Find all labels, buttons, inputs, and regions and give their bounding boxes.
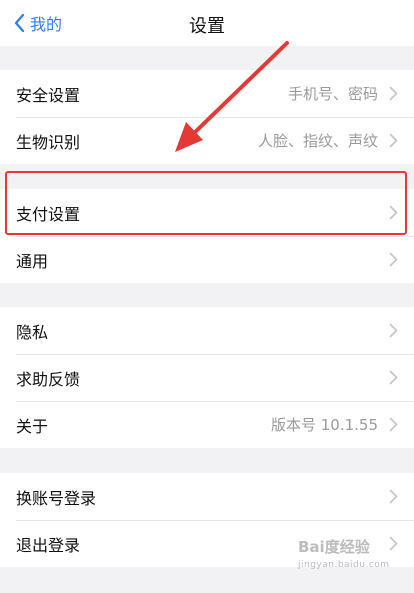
row-label: 关于 [16,416,49,436]
chevron-right-icon [389,133,398,148]
row-value: 手机号、密码 [287,85,378,103]
page-title: 设置 [189,16,225,37]
row-label: 生物识别 [16,132,81,152]
row-switch-account[interactable]: 换账号登录 [0,473,414,520]
row-label: 退出登录 [16,535,81,555]
row-label: 支付设置 [16,204,81,224]
row-value: 人脸、指纹、声纹 [257,132,378,150]
chevron-right-icon [389,370,398,385]
row-label: 安全设置 [16,85,81,105]
settings-group-misc: 隐私 求助反馈 关于 版本号 10.1.55 [0,307,414,448]
watermark-sub: jingyan.baidu.com [298,560,390,570]
row-label: 求助反馈 [16,369,81,389]
chevron-right-icon [389,205,398,220]
nav-bar: 我的 设置 [0,0,414,46]
watermark-text: Bai度经验 [298,538,370,556]
row-payment-settings[interactable]: 支付设置 [0,189,414,236]
settings-group-payment: 支付设置 通用 [0,189,414,283]
chevron-right-icon [389,252,398,267]
chevron-right-icon [389,489,398,504]
chevron-right-icon [389,86,398,101]
chevron-right-icon [389,417,398,432]
chevron-right-icon [389,323,398,338]
row-help-feedback[interactable]: 求助反馈 [0,354,414,401]
watermark: Bai度经验 jingyan.baidu.com [298,540,390,573]
row-biometrics[interactable]: 生物识别 人脸、指纹、声纹 [0,117,414,164]
row-general[interactable]: 通用 [0,236,414,283]
chevron-right-icon [389,536,398,551]
row-privacy[interactable]: 隐私 [0,307,414,354]
settings-group-account: 安全设置 手机号、密码 生物识别 人脸、指纹、声纹 [0,70,414,164]
row-label: 换账号登录 [16,488,97,508]
row-about[interactable]: 关于 版本号 10.1.55 [0,401,414,448]
row-value: 版本号 10.1.55 [270,416,378,434]
row-label: 通用 [16,251,49,271]
row-security-settings[interactable]: 安全设置 手机号、密码 [0,70,414,117]
row-label: 隐私 [16,322,49,342]
